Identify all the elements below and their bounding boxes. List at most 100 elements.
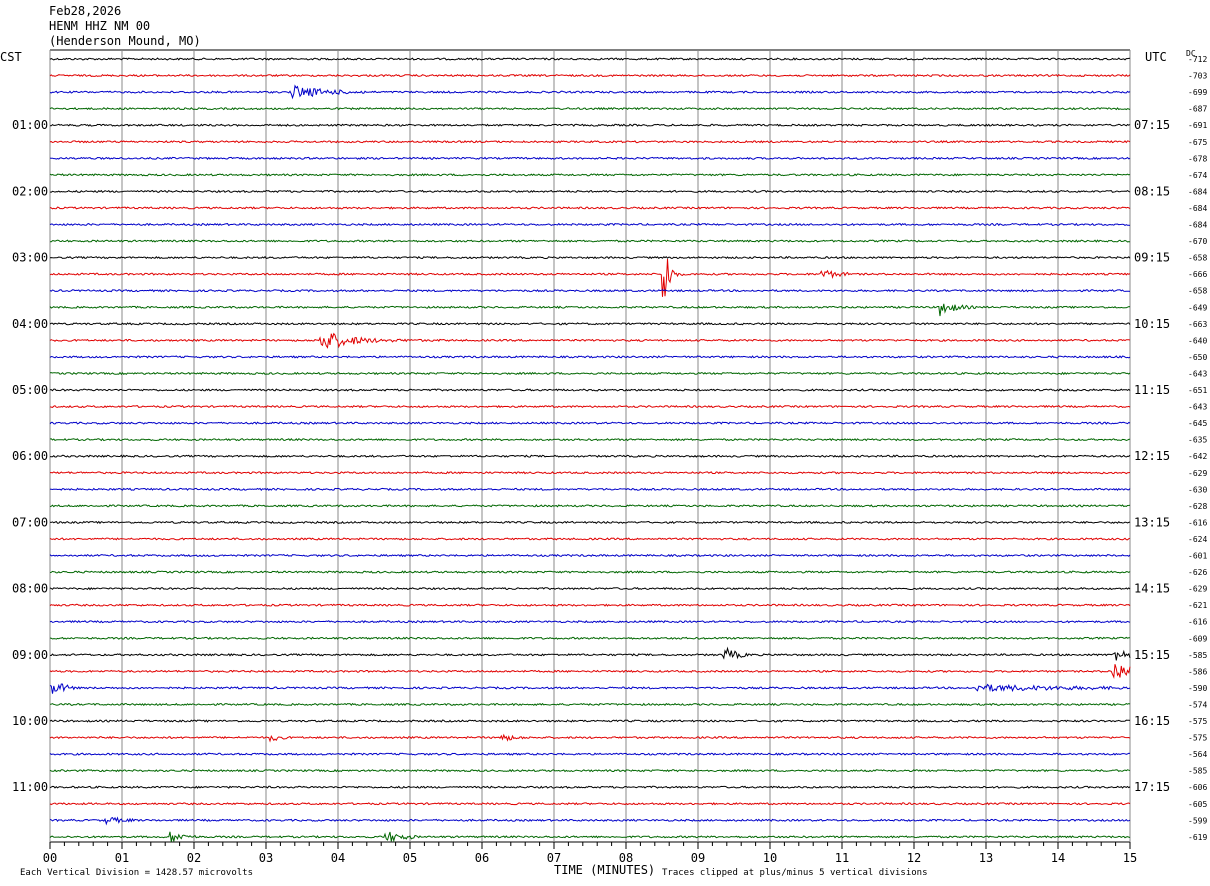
dc-offset-value: -586 — [1188, 667, 1207, 676]
dc-offset-value: -670 — [1188, 237, 1207, 246]
trace-line — [49, 831, 1131, 843]
utc-hour-label: 16:15 — [1134, 714, 1170, 728]
x-tick-label: 14 — [1051, 851, 1065, 865]
trace-line — [49, 603, 1131, 607]
trace-line — [49, 586, 1131, 591]
trace-line — [49, 404, 1131, 409]
dc-offset-value: -684 — [1188, 221, 1207, 230]
x-tick-label: 10 — [763, 851, 777, 865]
trace-line — [49, 322, 1131, 326]
dc-offset-value: -585 — [1188, 767, 1207, 776]
trace-line — [49, 437, 1131, 442]
trace-line — [49, 206, 1131, 210]
dc-offset-value: -605 — [1188, 800, 1207, 809]
dc-offset-value: -703 — [1188, 72, 1207, 81]
dc-offset-value: -621 — [1188, 601, 1207, 610]
utc-hour-label: 09:15 — [1134, 251, 1170, 265]
x-tick-label: 00 — [43, 851, 57, 865]
cst-hour-label: 02:00 — [12, 184, 48, 198]
trace-line — [49, 733, 1131, 743]
dc-offset-value: -628 — [1188, 502, 1207, 511]
dc-offset-value: -642 — [1188, 452, 1207, 461]
cst-hour-label: 07:00 — [12, 515, 48, 529]
x-tick-label: 11 — [835, 851, 849, 865]
dc-offset-value: -635 — [1188, 436, 1207, 445]
dc-offset-value: -645 — [1188, 419, 1207, 428]
dc-offset-value: -691 — [1188, 121, 1207, 130]
trace-line — [49, 332, 1131, 349]
cst-hour-label: 03:00 — [12, 251, 48, 265]
dc-offset-value: -629 — [1188, 585, 1207, 594]
trace-line — [49, 107, 1131, 111]
trace-line — [49, 156, 1131, 160]
trace-line — [49, 388, 1131, 392]
helicorder-plot: 00 01 02 03 04 05 06 07 08 09 10 11 12 13 14 15-712-703… — [12, 49, 1207, 865]
dc-offset-value: -658 — [1188, 254, 1207, 263]
dc-offset-value: -650 — [1188, 353, 1207, 362]
trace-line — [49, 288, 1131, 293]
dc-offset-value: -629 — [1188, 469, 1207, 478]
dc-offset-value: -624 — [1188, 535, 1207, 544]
trace-line — [49, 719, 1131, 723]
x-tick-label: 09 — [691, 851, 705, 865]
dc-offset-value: -564 — [1188, 750, 1207, 759]
dc-offset-value: -601 — [1188, 552, 1207, 561]
x-tick-label: 12 — [907, 851, 921, 865]
dc-offset-value: -616 — [1188, 618, 1207, 627]
cst-hour-label: 11:00 — [12, 780, 48, 794]
trace-line — [49, 537, 1131, 541]
trace-line — [49, 255, 1131, 260]
trace-line — [49, 768, 1131, 773]
x-axis-title: TIME (MINUTES) — [554, 863, 656, 877]
dc-offset-value: -590 — [1188, 684, 1207, 693]
dc-offset-value: -687 — [1188, 105, 1207, 114]
x-tick-label: 06 — [475, 851, 489, 865]
trace-line — [49, 73, 1131, 78]
trace-line — [49, 355, 1131, 359]
dc-offset-value: -712 — [1188, 55, 1207, 64]
trace-line — [50, 239, 1131, 243]
trace-line — [49, 646, 1131, 661]
dc-offset-value: -643 — [1188, 403, 1207, 412]
trace-line — [49, 371, 1131, 376]
utc-hour-label: 08:15 — [1134, 184, 1170, 198]
x-tick-label: 02 — [187, 851, 201, 865]
trace-line — [49, 520, 1131, 525]
trace-line — [50, 471, 1131, 475]
dc-offset-value: -574 — [1188, 700, 1207, 709]
cst-hour-label: 01:00 — [12, 118, 48, 132]
cst-hour-label: 04:00 — [12, 317, 48, 331]
x-tick-label: 15 — [1123, 851, 1137, 865]
x-tick-label: 03 — [259, 851, 273, 865]
cst-hour-label: 09:00 — [12, 648, 48, 662]
dc-offset-value: -658 — [1188, 287, 1207, 296]
x-tick-label: 04 — [331, 851, 345, 865]
trace-line — [49, 504, 1131, 508]
cst-hour-label: 06:00 — [12, 449, 48, 463]
utc-hour-label: 15:15 — [1134, 648, 1170, 662]
trace-line — [49, 57, 1131, 61]
x-tick-label: 13 — [979, 851, 993, 865]
utc-hour-label: 11:15 — [1134, 383, 1170, 397]
trace-line — [49, 303, 1131, 317]
dc-offset-value: -609 — [1188, 634, 1207, 643]
cst-hour-label: 05:00 — [12, 383, 48, 397]
dc-offset-value: -674 — [1188, 171, 1207, 180]
trace-line — [49, 785, 1131, 789]
trace-line — [49, 421, 1131, 425]
trace-line — [49, 816, 1131, 826]
trace-line — [49, 487, 1131, 492]
dc-offset-value: -575 — [1188, 717, 1207, 726]
scale-note: Each Vertical Division = 1428.57 microvo… — [20, 868, 253, 878]
dc-offset-value: -643 — [1188, 369, 1207, 378]
dc-offset-value: -616 — [1188, 518, 1207, 527]
trace-line — [49, 189, 1131, 194]
dc-offset-value: -649 — [1188, 303, 1207, 312]
cst-hour-label: 08:00 — [12, 582, 48, 596]
trace-line — [49, 619, 1131, 624]
dc-offset-value: -663 — [1188, 320, 1207, 329]
trace-line — [49, 636, 1131, 640]
dc-offset-value: -619 — [1188, 833, 1207, 842]
dc-offset-value: -630 — [1188, 485, 1207, 494]
trace-line — [49, 664, 1131, 680]
